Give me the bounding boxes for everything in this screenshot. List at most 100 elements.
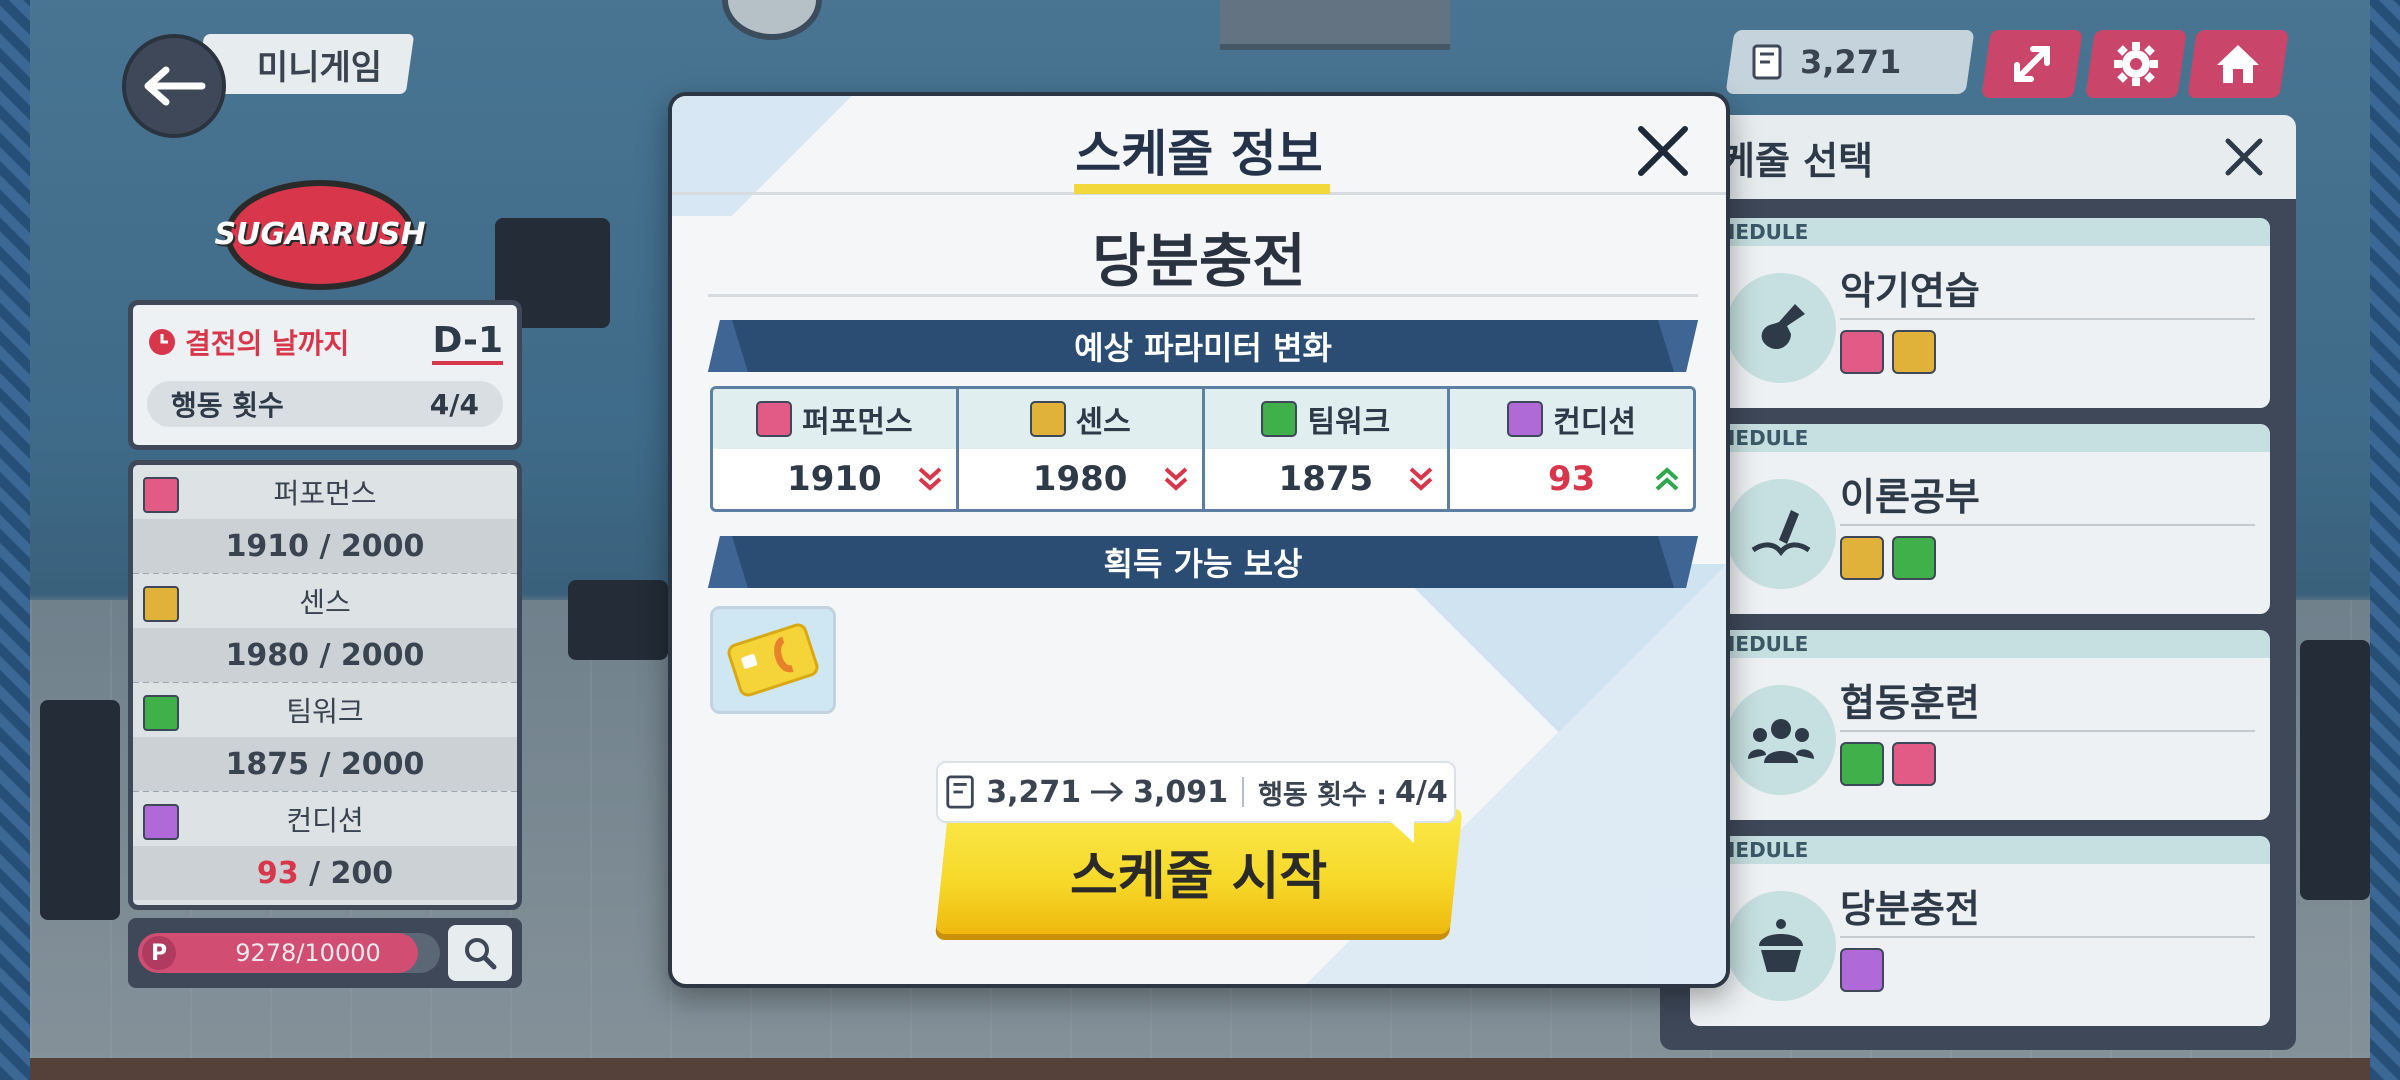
points-text: 9278/10000 bbox=[235, 939, 381, 967]
guitar-icon bbox=[1726, 273, 1836, 383]
status-summary: 결전의 날까지 D-1 행동 횟수 4/4 bbox=[128, 300, 522, 450]
param-change-header: 예상 파라미터 변화 bbox=[708, 320, 1698, 372]
schedule-name-heading: 당분충전 bbox=[1092, 227, 1306, 295]
points-icon: P bbox=[142, 936, 176, 970]
microphone-icon bbox=[143, 477, 179, 513]
reward-item-card[interactable] bbox=[710, 606, 836, 714]
cost-actions-label: 행동 횟수 : bbox=[1258, 779, 1388, 811]
cost-actions-value: 4/4 bbox=[1395, 774, 1448, 810]
schedule-tag: CHEDULE bbox=[1690, 836, 2270, 864]
cupcake-icon bbox=[1726, 891, 1836, 1001]
search-icon bbox=[465, 938, 497, 970]
cost-from: 3,271 bbox=[986, 774, 1082, 810]
expand-icon bbox=[2014, 46, 2050, 82]
team-icon bbox=[1261, 401, 1298, 437]
cost-to: 3,091 bbox=[1133, 774, 1229, 810]
microphone-icon bbox=[1892, 742, 1936, 786]
gear-icon bbox=[2114, 42, 2158, 86]
minigame-label[interactable]: 미니게임 bbox=[195, 34, 415, 94]
home-button[interactable] bbox=[2187, 30, 2289, 98]
group-icon bbox=[1726, 685, 1836, 795]
close-icon bbox=[1638, 126, 1688, 176]
schedule-card-instrument[interactable]: CHEDULE 악기연습 bbox=[1690, 218, 2270, 408]
dday-label: 결전의 날까지 bbox=[147, 322, 349, 362]
condition-icon bbox=[143, 804, 179, 840]
schedule-select-header: 케줄 선택 bbox=[1660, 115, 2296, 199]
back-button[interactable] bbox=[122, 34, 226, 138]
stat-performance: 퍼포먼스 1910 / 2000 bbox=[133, 465, 517, 574]
title-underline bbox=[1074, 184, 1330, 194]
stat-name: 팀워크 bbox=[286, 695, 364, 728]
sugar-rush-logo: SUGAR RUSH bbox=[214, 160, 426, 310]
microphone-icon bbox=[1840, 330, 1884, 374]
param-change-table: 퍼포먼스 1910 센스 1980 팀워크 1875 컨디션 93 bbox=[710, 386, 1696, 512]
currency-value: 3,271 bbox=[1800, 43, 1902, 81]
stat-name: 컨디션 bbox=[286, 804, 364, 837]
stat-value: 1910 / 2000 bbox=[133, 519, 517, 573]
sense-icon bbox=[143, 586, 179, 622]
action-count-label: 행동 횟수 bbox=[171, 389, 284, 422]
clock-icon bbox=[149, 329, 175, 355]
team-icon bbox=[1840, 742, 1884, 786]
arrow-right-icon bbox=[1091, 781, 1124, 803]
condition-icon bbox=[1840, 948, 1884, 992]
stat-value: 1875 / 2000 bbox=[133, 737, 517, 791]
modal-close-button[interactable] bbox=[1628, 116, 1698, 186]
stat-value: 1980 / 2000 bbox=[133, 628, 517, 682]
stat-sense: 센스 1980 / 2000 bbox=[133, 574, 517, 683]
schedule-name: 이론공부 bbox=[1840, 475, 1980, 519]
schedule-name: 악기연습 bbox=[1840, 269, 1980, 313]
param-condition: 컨디션 93 bbox=[1450, 389, 1693, 509]
home-icon bbox=[2217, 45, 2259, 83]
schedule-select-title: 케줄 선택 bbox=[1720, 138, 1874, 183]
schedule-tag: CHEDULE bbox=[1690, 424, 2270, 452]
increase-arrow-icon bbox=[1655, 467, 1679, 491]
cost-preview: 3,271 3,091 행동 횟수 : 4/4 bbox=[936, 761, 1456, 843]
points-bar: P 9278/10000 bbox=[128, 918, 522, 988]
stat-teamwork: 팀워크 1875 / 2000 bbox=[133, 683, 517, 792]
decrease-arrow-icon bbox=[918, 467, 942, 491]
schedule-tag: CHEDULE bbox=[1690, 218, 2270, 246]
arrow-left-icon bbox=[144, 66, 206, 106]
schedule-card-theory[interactable]: CHEDULE 이론공부 bbox=[1690, 424, 2270, 614]
action-count-row: 행동 횟수 4/4 bbox=[147, 381, 503, 427]
ticket-icon bbox=[1752, 44, 1782, 80]
schedule-name: 당분충전 bbox=[1840, 887, 1980, 931]
sense-icon bbox=[1029, 401, 1066, 437]
schedule-start-button[interactable]: 스케줄 시작 bbox=[935, 808, 1463, 934]
modal-title: 스케줄 정보 bbox=[1075, 125, 1323, 183]
book-pen-icon bbox=[1726, 479, 1836, 589]
settings-button[interactable] bbox=[2085, 30, 2187, 98]
sense-icon bbox=[1892, 330, 1936, 374]
expand-button[interactable] bbox=[1981, 30, 2083, 98]
param-performance: 퍼포먼스 1910 bbox=[713, 389, 959, 509]
decrease-arrow-icon bbox=[1164, 467, 1187, 491]
action-count-value: 4/4 bbox=[429, 387, 479, 421]
stat-name: 센스 bbox=[299, 586, 351, 619]
microphone-icon bbox=[756, 401, 793, 437]
schedule-info-modal: 스케줄 정보 당분충전 예상 파라미터 변화 퍼포먼스 1910 센스 1980… bbox=[668, 92, 1730, 988]
schedule-card-cooperation[interactable]: CHEDULE 협동훈련 bbox=[1690, 630, 2270, 820]
schedule-tag: CHEDULE bbox=[1690, 630, 2270, 658]
param-sense: 센스 1980 bbox=[958, 389, 1205, 509]
rewards-header: 획득 가능 보상 bbox=[708, 536, 1698, 588]
currency-display: 3,271 bbox=[1725, 30, 1975, 94]
search-button[interactable] bbox=[448, 925, 512, 981]
ticket-icon bbox=[946, 775, 974, 809]
sense-icon bbox=[1840, 536, 1884, 580]
schedule-card-sugar[interactable]: CHEDULE 당분충전 bbox=[1690, 836, 2270, 1026]
condition-icon bbox=[1507, 401, 1544, 437]
stat-value: 93 / 200 bbox=[133, 846, 517, 900]
stat-condition: 컨디션 93 / 200 bbox=[133, 792, 517, 901]
dday-value: D-1 bbox=[432, 320, 503, 365]
stats-panel: 퍼포먼스 1910 / 2000 센스 1980 / 2000 팀워크 1875… bbox=[128, 460, 522, 910]
param-teamwork: 팀워크 1875 bbox=[1204, 389, 1451, 509]
schedule-name: 협동훈련 bbox=[1840, 681, 1980, 725]
decrease-arrow-icon bbox=[1409, 467, 1433, 491]
team-icon bbox=[1892, 536, 1936, 580]
card-reward-icon bbox=[727, 623, 819, 697]
close-icon[interactable] bbox=[2222, 135, 2266, 179]
team-icon bbox=[143, 695, 179, 731]
stat-name: 퍼포먼스 bbox=[273, 477, 377, 510]
points-progress: P 9278/10000 bbox=[138, 933, 440, 973]
